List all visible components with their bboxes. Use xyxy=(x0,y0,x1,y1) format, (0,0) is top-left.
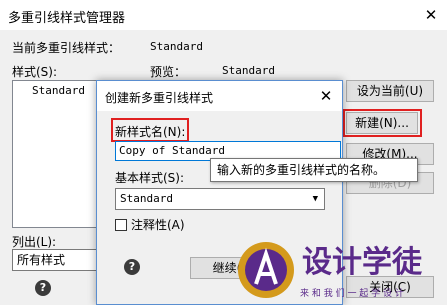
new-name-label-highlight xyxy=(111,118,189,142)
styles-label: 样式(S): xyxy=(12,65,58,79)
preview-label: 预览： xyxy=(150,65,187,79)
dialog-help-icon[interactable]: ? xyxy=(124,259,140,275)
annotative-checkbox[interactable] xyxy=(115,219,127,231)
current-style-label: 当前多重引线样式： xyxy=(12,41,121,55)
styles-listbox[interactable]: Standard xyxy=(12,80,100,228)
list-filter-value: 所有样式 xyxy=(17,253,66,267)
dialog-title: 创建新多重引线样式 xyxy=(105,91,214,105)
base-style-select[interactable]: Standard ▼ xyxy=(115,188,325,210)
outer-window-title: 多重引线样式管理器 xyxy=(8,11,126,26)
list-filter-select[interactable]: 所有样式 xyxy=(12,249,100,271)
outer-close-icon[interactable]: ✕ xyxy=(420,4,442,26)
base-style-label: 基本样式(S): xyxy=(115,171,185,185)
brand-logo: 设计学徒 来 和 我 们 一 起 学 设 计 xyxy=(238,242,423,299)
chevron-down-icon: ▼ xyxy=(312,194,318,204)
annotative-label: 注释性(A) xyxy=(131,218,185,232)
current-style-value: Standard xyxy=(150,40,203,53)
base-style-value: Standard xyxy=(120,192,173,205)
dialog-close-icon[interactable]: ✕ xyxy=(315,85,337,107)
name-tooltip: 输入新的多重引线样式的名称。 xyxy=(210,158,418,182)
preview-value: Standard xyxy=(222,64,275,77)
new-name-value: Copy of Standard xyxy=(119,144,225,157)
list-label: 列出(L): xyxy=(12,235,57,249)
list-item[interactable]: Standard xyxy=(32,84,85,97)
logo-text: 设计学徒 xyxy=(302,245,423,280)
new-button-highlight xyxy=(343,109,422,137)
logo-subtext: 来 和 我 们 一 起 学 设 计 xyxy=(300,287,404,299)
set-current-button[interactable]: 设为当前(U) xyxy=(346,80,434,102)
help-icon[interactable]: ? xyxy=(35,280,51,296)
